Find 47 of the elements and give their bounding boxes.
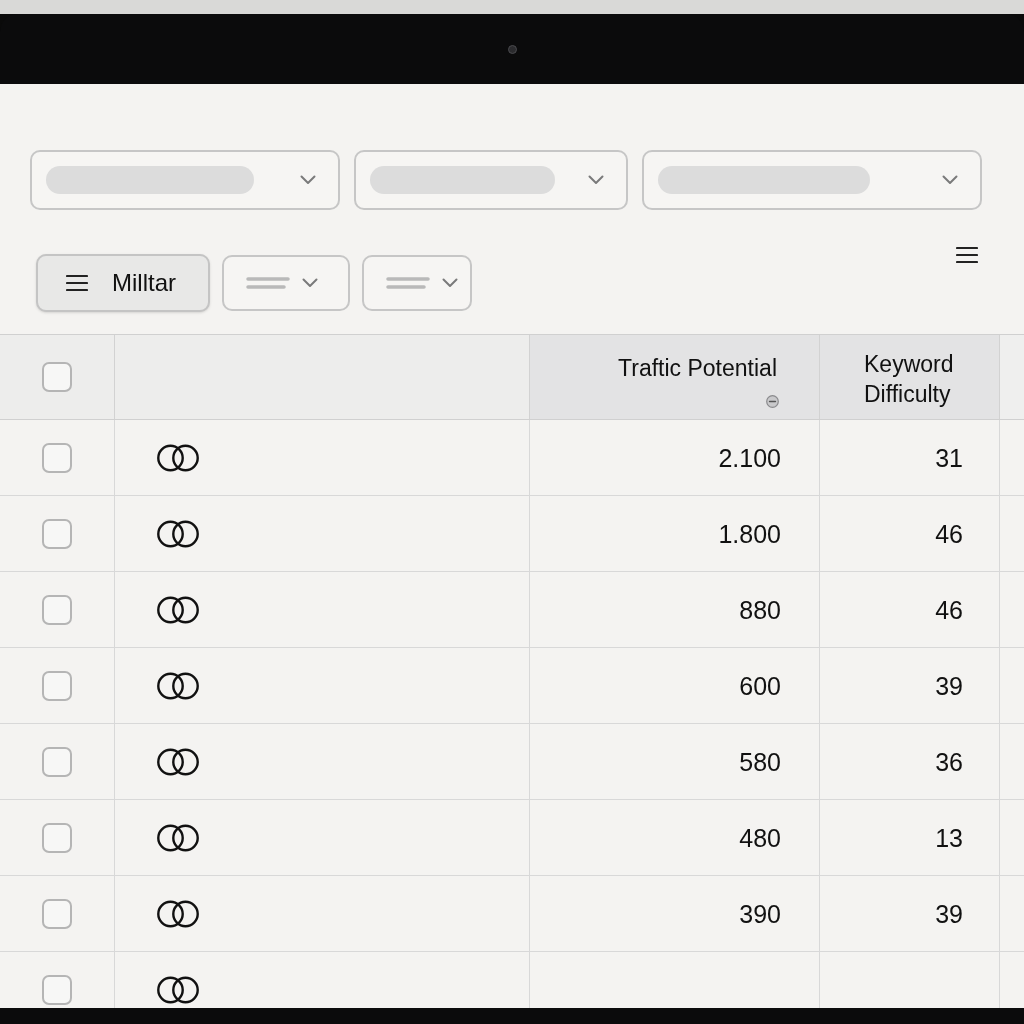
filter-button[interactable]: Milltar [36,254,210,312]
menu-icon[interactable] [956,246,978,264]
select-all-checkbox[interactable] [42,362,72,392]
view-dropdown[interactable] [362,255,472,311]
keyword-difficulty-value: 39 [935,670,963,701]
row-checkbox[interactable] [42,898,72,929]
traffic-potential-value: 580 [739,746,781,777]
row-checkbox[interactable] [42,746,72,777]
column-header[interactable]: Traftic Potential [530,335,820,419]
linked-rings-icon[interactable] [157,671,199,700]
chevron-down-icon [588,175,604,185]
traffic-potential-value: 480 [739,822,781,853]
filter-dropdown[interactable] [354,150,628,210]
keyword-difficulty-value: 39 [935,898,963,929]
keyword-difficulty-value: 13 [935,822,963,853]
view-dropdown[interactable] [222,255,350,311]
row-checkbox[interactable] [42,442,72,473]
chevron-down-icon [942,175,958,185]
keyword-difficulty-value: 46 [935,594,963,625]
linked-rings-icon[interactable] [157,823,199,852]
linked-rings-icon[interactable] [157,975,199,1004]
camera-lens-icon [507,44,517,54]
row-checkbox[interactable] [42,670,72,701]
filter-dropdown[interactable] [30,150,340,210]
keyword-difficulty-value: 36 [935,746,963,777]
row-checkbox[interactable] [42,974,72,1005]
traffic-potential-value: 880 [739,594,781,625]
row-checkbox[interactable] [42,594,72,625]
traffic-potential-value: 600 [739,670,781,701]
keyword-difficulty-value: 46 [935,518,963,549]
chevron-down-icon [442,278,458,288]
traffic-potential-value: 1.800 [718,518,781,549]
row-checkbox[interactable] [42,822,72,853]
chevron-down-icon [302,278,318,288]
keyword-difficulty-value: 31 [935,442,963,473]
linked-rings-icon[interactable] [157,747,199,776]
linked-rings-icon[interactable] [157,519,199,548]
menu-icon [66,274,88,292]
row-checkbox[interactable] [42,518,72,549]
traffic-potential-value: 2.100 [718,442,781,473]
column-header[interactable]: Keyword Difficulty [820,335,1000,419]
traffic-potential-value: 390 [739,898,781,929]
filter-dropdown[interactable] [642,150,982,210]
linked-rings-icon[interactable] [157,443,199,472]
linked-rings-icon[interactable] [157,595,199,624]
linked-rings-icon[interactable] [157,899,199,928]
chevron-down-icon [300,175,316,185]
